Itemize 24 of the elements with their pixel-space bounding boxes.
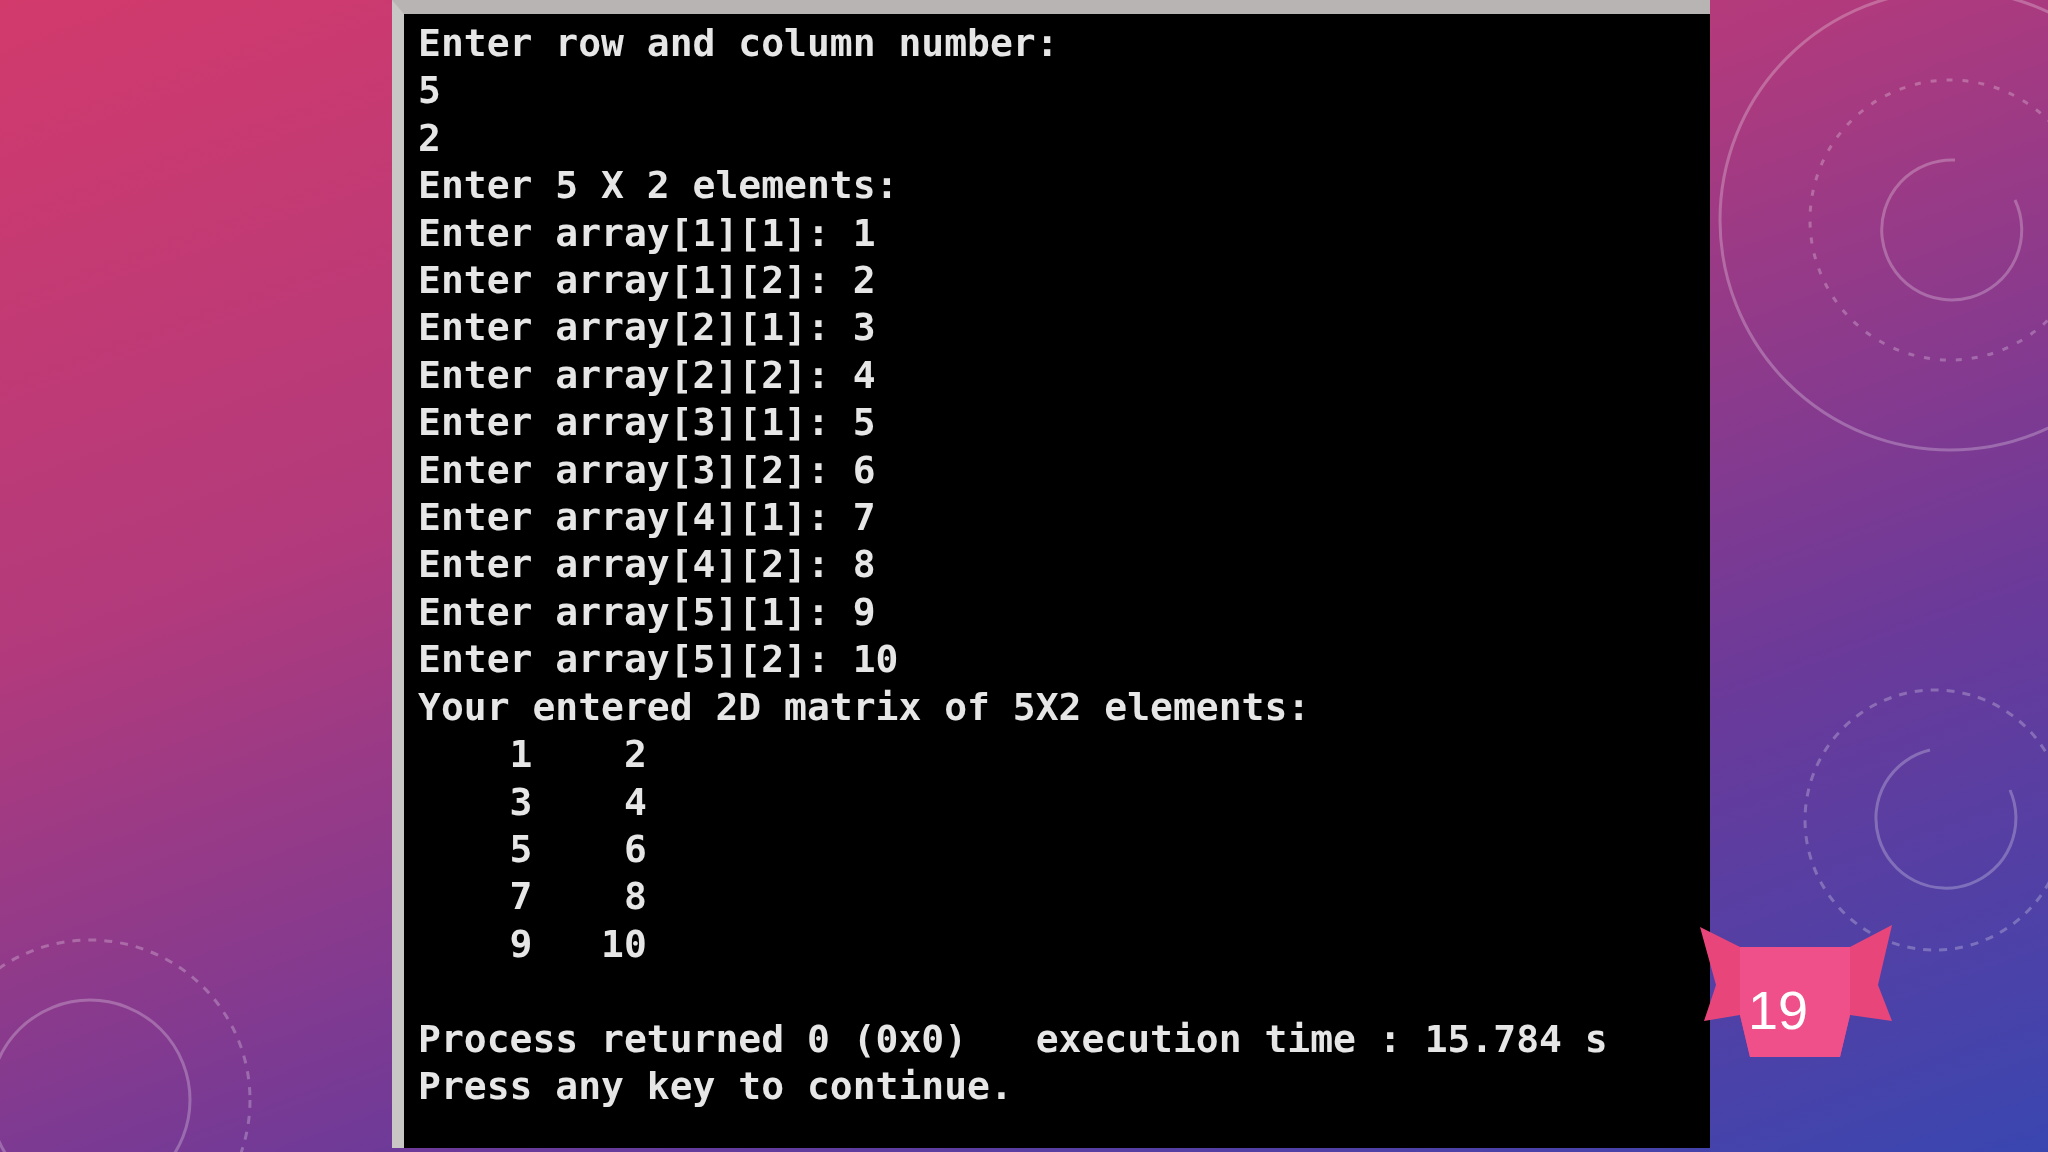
console-line: Enter array[4][2]: 8 — [418, 541, 876, 589]
console-line: Enter array[4][1]: 7 — [418, 494, 876, 542]
console-line: Your entered 2D matrix of 5X2 elements: — [418, 683, 1311, 731]
console-line: Enter array[1][1]: 1 — [418, 209, 876, 257]
console-line: 2 — [418, 114, 441, 162]
console-line: Enter array[5][2]: 10 — [418, 636, 899, 684]
slide-number: 19 — [1748, 979, 1809, 1042]
console-line: Enter array[1][2]: 2 — [418, 257, 876, 305]
console-line: Press any key to continue. — [418, 1062, 1013, 1110]
ribbon-badge-icon — [1700, 925, 1892, 1057]
console-line: 5 6 — [508, 825, 647, 873]
console-line: Enter array[2][2]: 4 — [418, 351, 876, 399]
console-line: 5 — [418, 67, 441, 115]
console-line: Enter array[5][1]: 9 — [418, 588, 876, 636]
console-line: Process returned 0 (0x0) execution time : 15.784 s — [418, 1015, 1608, 1063]
console-line: Enter row and column number: — [418, 20, 1059, 67]
console-line: Enter array[2][1]: 3 — [418, 304, 876, 352]
console-line: Enter 5 X 2 elements: — [418, 162, 899, 210]
console-line: 1 2 — [508, 731, 647, 779]
console-line: 3 4 — [508, 778, 647, 826]
console-line: Enter array[3][2]: 6 — [418, 446, 876, 494]
console-line: 9 10 — [508, 920, 647, 968]
console-line: Enter array[3][1]: 5 — [418, 399, 876, 447]
console-line: 7 8 — [508, 873, 647, 921]
